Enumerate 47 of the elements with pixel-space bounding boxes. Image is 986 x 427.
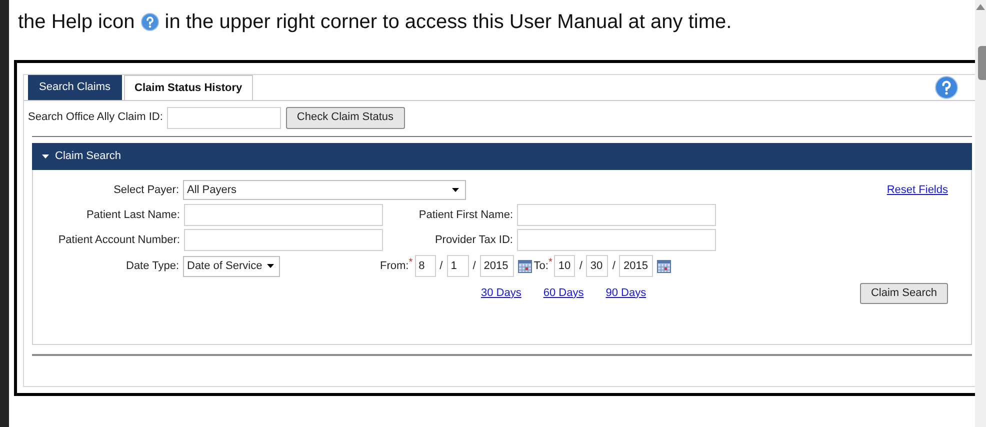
field-label: Patient First Name: bbox=[418, 208, 514, 223]
field-label: From:* bbox=[380, 258, 413, 274]
help-icon bbox=[140, 13, 159, 31]
calendar-icon[interactable] bbox=[657, 260, 672, 272]
input-field[interactable] bbox=[166, 106, 281, 128]
input-field[interactable] bbox=[184, 204, 383, 226]
section-title: Claim Search bbox=[55, 149, 122, 164]
field-label: To:* bbox=[534, 258, 552, 274]
input-field[interactable]: 10 bbox=[554, 255, 576, 277]
input-field[interactable]: 1 bbox=[446, 255, 469, 277]
tab[interactable]: Search Claims bbox=[28, 75, 122, 100]
scrollbar-thumb[interactable] bbox=[978, 46, 986, 80]
date-separator: / bbox=[579, 258, 582, 274]
date-separator: / bbox=[612, 258, 616, 274]
input-field[interactable]: 2015 bbox=[480, 255, 514, 277]
input-field[interactable] bbox=[517, 204, 716, 226]
range-link[interactable]: 30 Days bbox=[481, 284, 522, 302]
section-header[interactable]: Claim Search bbox=[32, 143, 972, 170]
range-link[interactable]: 60 Days bbox=[543, 284, 584, 302]
reset-link[interactable]: Reset Fields bbox=[886, 182, 948, 198]
payer-select[interactable]: All Payers bbox=[183, 180, 466, 200]
date-separator: / bbox=[472, 258, 476, 274]
help-icon[interactable] bbox=[935, 76, 958, 99]
input-field[interactable]: 2015 bbox=[619, 255, 654, 277]
claim-search-button[interactable]: Claim Search bbox=[860, 282, 948, 304]
field-label: Patient Last Name: bbox=[85, 208, 181, 223]
date-type-select[interactable]: Date of Service bbox=[183, 256, 280, 276]
caret-icon bbox=[452, 188, 459, 192]
field-label: Select Payer: bbox=[112, 182, 180, 198]
input-field[interactable] bbox=[184, 229, 383, 251]
intro-text: the Help icon bbox=[18, 10, 135, 35]
field-label: Provider Tax ID: bbox=[434, 232, 514, 248]
range-link[interactable]: 90 Days bbox=[606, 284, 646, 302]
field-label: Patient Account Number: bbox=[57, 232, 181, 248]
caret-icon bbox=[267, 264, 274, 268]
input-field[interactable]: 8 bbox=[414, 255, 436, 277]
calendar-icon[interactable] bbox=[518, 260, 532, 272]
date-separator: / bbox=[440, 258, 443, 274]
field-label: Date Type: bbox=[125, 258, 180, 274]
check-status-button[interactable]: Check Claim Status bbox=[286, 106, 404, 128]
input-field[interactable]: 30 bbox=[586, 255, 608, 277]
scrollbar[interactable] bbox=[975, 0, 986, 427]
scroll-up-icon[interactable] bbox=[976, 4, 985, 10]
tab[interactable]: Claim Status History bbox=[124, 75, 254, 100]
input-field[interactable] bbox=[517, 229, 716, 251]
intro-text: in the upper right corner to access this User Manual at any time. bbox=[164, 10, 732, 35]
field-label: Search Office Ally Claim ID: bbox=[28, 110, 163, 126]
